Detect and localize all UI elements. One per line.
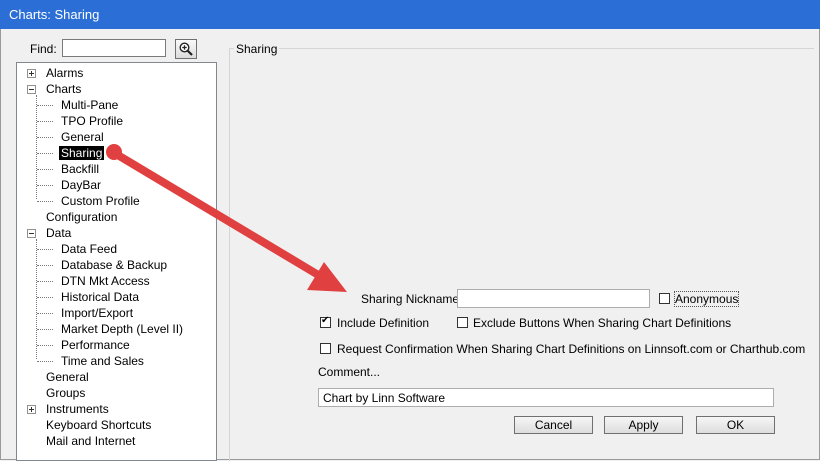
tree-node[interactable]: Time and Sales <box>59 353 146 369</box>
tree-line <box>37 281 53 282</box>
collapse-icon[interactable] <box>27 85 36 94</box>
tree-node[interactable]: General <box>44 369 91 385</box>
tree-node[interactable]: Import/Export <box>59 305 135 321</box>
comment-label: Comment... <box>318 365 381 379</box>
tree-node[interactable]: Database & Backup <box>59 257 169 273</box>
tree-node-label: Backfill <box>61 162 100 176</box>
tree-node-label: Database & Backup <box>61 258 168 272</box>
tree-node[interactable]: Data <box>44 225 73 241</box>
tree-node[interactable]: Configuration <box>44 209 119 225</box>
tree-node[interactable]: Groups <box>44 385 87 401</box>
find-input[interactable] <box>62 39 166 57</box>
tree-line <box>37 313 53 314</box>
sharing-nickname-input[interactable] <box>457 289 650 308</box>
tree-node-label: Instruments <box>46 402 109 416</box>
tree-node[interactable]: Data Feed <box>59 241 119 257</box>
exclude-buttons-label[interactable]: Exclude Buttons When Sharing Chart Defin… <box>473 316 731 330</box>
tree-line <box>37 137 53 138</box>
sharing-nickname-label: Sharing Nickname: <box>361 292 463 306</box>
tree-node-label: Historical Data <box>61 290 140 304</box>
sharing-group-title: Sharing <box>234 42 280 56</box>
expand-icon[interactable] <box>27 405 36 414</box>
tree-node-label: Keyboard Shortcuts <box>46 418 152 432</box>
tree-node-label: Configuration <box>46 210 118 224</box>
tree-node-label: Sharing <box>59 146 105 160</box>
request-confirmation-label[interactable]: Request Confirmation When Sharing Chart … <box>337 342 805 356</box>
tree-line <box>37 297 53 298</box>
tree-line <box>37 265 53 266</box>
tree-line <box>37 329 53 330</box>
tree-node-label: Groups <box>46 386 86 400</box>
tree-node-label: General <box>61 130 104 144</box>
tree-node-label: DTN Mkt Access <box>61 274 150 288</box>
tree-line <box>37 121 53 122</box>
tree-node-label: Performance <box>61 338 130 352</box>
tree-node[interactable]: Backfill <box>59 161 101 177</box>
window-title-bar: Charts: Sharing <box>0 0 820 29</box>
include-definition-checkbox[interactable] <box>320 315 331 328</box>
comment-input[interactable] <box>318 388 774 407</box>
tree-node[interactable]: Multi-Pane <box>59 97 120 113</box>
tree-node-label: Alarms <box>46 66 84 80</box>
tree-line <box>37 153 53 154</box>
tree-node[interactable]: Mail and Internet <box>44 433 137 449</box>
tree-node[interactable]: Alarms <box>44 65 85 81</box>
tree-line <box>37 249 53 250</box>
expand-icon[interactable] <box>27 69 36 78</box>
tree-node-label: Time and Sales <box>61 354 144 368</box>
tree-node-label: Custom Profile <box>61 194 140 208</box>
exclude-buttons-checkbox[interactable] <box>457 317 468 328</box>
group-border <box>229 48 230 461</box>
tree-line <box>36 95 37 199</box>
window-title: Charts: Sharing <box>9 7 100 22</box>
include-definition-label[interactable]: Include Definition <box>337 316 429 330</box>
anonymous-checkbox[interactable] <box>659 293 670 304</box>
tree-line <box>37 169 53 170</box>
tree-node-label: Import/Export <box>61 306 134 320</box>
tree-node[interactable]: TPO Profile <box>59 113 125 129</box>
tree-node[interactable]: Custom Profile <box>59 193 142 209</box>
tree-node-label: Charts <box>46 82 82 96</box>
tree-node-label: Multi-Pane <box>61 98 119 112</box>
tree-node-label: Market Depth (Level II) <box>61 322 184 336</box>
apply-button[interactable]: Apply <box>604 416 683 434</box>
tree-line <box>37 361 53 362</box>
tree-node-label: Mail and Internet <box>46 434 136 448</box>
cancel-button[interactable]: Cancel <box>514 416 593 434</box>
tree-line <box>37 105 53 106</box>
tree-node[interactable]: Market Depth (Level II) <box>59 321 185 337</box>
find-button[interactable] <box>175 39 197 59</box>
tree-line <box>37 201 53 202</box>
tree-node-label: Data Feed <box>61 242 118 256</box>
request-confirmation-checkbox[interactable] <box>320 343 331 354</box>
tree-node[interactable]: DayBar <box>59 177 103 193</box>
tree-node[interactable]: General <box>59 129 106 145</box>
tree-node[interactable]: Charts <box>44 81 83 97</box>
zoom-in-icon <box>179 42 193 56</box>
tree-node-label: Data <box>46 226 72 240</box>
tree-node[interactable]: Historical Data <box>59 289 141 305</box>
group-border <box>229 48 814 49</box>
tree-line <box>37 345 53 346</box>
find-label: Find: <box>30 42 57 56</box>
tree-node[interactable]: Performance <box>59 337 132 353</box>
tree-line <box>37 185 53 186</box>
tree-node-label: DayBar <box>61 178 102 192</box>
tree-node-label: TPO Profile <box>61 114 124 128</box>
tree-node-label: General <box>46 370 89 384</box>
settings-tree[interactable]: Alarms Charts Multi-Pane TPO Profile General… <box>16 62 217 461</box>
tree-node[interactable]: Keyboard Shortcuts <box>44 417 153 433</box>
collapse-icon[interactable] <box>27 229 36 238</box>
tree-node[interactable]: Instruments <box>44 401 111 417</box>
tree-node[interactable]: Sharing <box>59 145 105 161</box>
anonymous-label[interactable]: Anonymous <box>673 291 740 307</box>
ok-button[interactable]: OK <box>696 416 775 434</box>
tree-node[interactable]: DTN Mkt Access <box>59 273 152 289</box>
tree-line <box>36 239 37 359</box>
